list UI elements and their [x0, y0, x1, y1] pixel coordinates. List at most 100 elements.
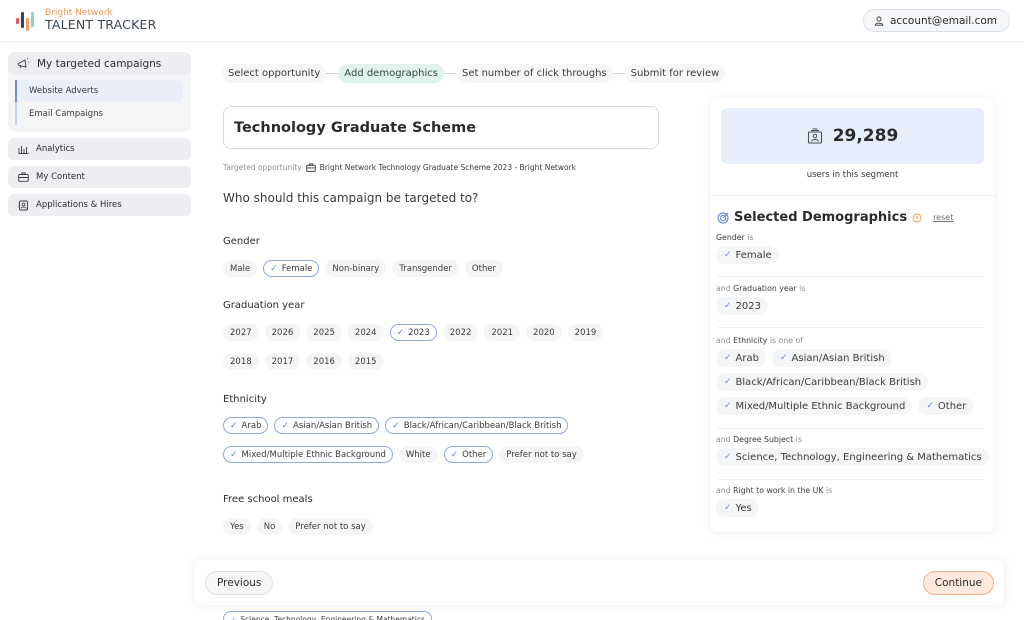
account-button[interactable]: account@email.com	[862, 9, 1010, 32]
year-chip-2015[interactable]: 2015	[347, 353, 384, 370]
sidebar-item-my-targeted-campaigns[interactable]: My targeted campaigns	[8, 52, 191, 75]
sidebar-item-analytics[interactable]: Analytics	[8, 138, 191, 160]
chip-label: Other	[471, 263, 497, 274]
year-chip-2017[interactable]: 2017	[264, 353, 301, 370]
targeted-opportunity-value: Bright Network Technology Graduate Schem…	[319, 163, 577, 172]
summary-chip-2023: ✓ 2023	[716, 297, 768, 315]
year-chip-2023[interactable]: ✓ 2023	[389, 324, 437, 341]
chip-label: 2025	[313, 327, 335, 338]
check-icon: ✓	[230, 614, 237, 620]
sidebar-subitem-label: Email Campaigns	[29, 109, 103, 119]
condition-label: and Right to work in the UK is	[716, 486, 833, 495]
year-chip-2024[interactable]: 2024	[347, 324, 384, 341]
summary-graduation-year: and Graduation year is ✓ 2023	[716, 284, 986, 315]
reset-link[interactable]: reset	[933, 213, 953, 222]
summary-chip-mixed: ✓ Mixed/Multiple Ethnic Background	[716, 397, 913, 415]
continue-button[interactable]: Continue	[922, 571, 994, 595]
fsm-chip-yes[interactable]: Yes	[223, 518, 251, 535]
step-set-click-throughs[interactable]: Set number of click throughs	[455, 64, 613, 83]
gender-chip-other[interactable]: Other	[464, 260, 504, 277]
summary-chip-black: ✓ Black/African/Caribbean/Black British	[716, 373, 929, 391]
chip-label: Other	[462, 449, 487, 460]
divider	[710, 195, 995, 196]
step-select-opportunity[interactable]: Select opportunity	[222, 64, 327, 83]
analytics-icon	[18, 144, 29, 154]
condition-label: and Graduation year is	[716, 284, 806, 293]
chip-label: Yes	[230, 521, 244, 532]
step-add-demographics[interactable]: Add demographics	[338, 64, 444, 83]
check-icon: ✓	[396, 327, 405, 338]
megaphone-icon	[17, 58, 29, 69]
sidebar-item-my-content[interactable]: My Content	[8, 166, 191, 188]
year-chip-2016[interactable]: 2016	[306, 353, 342, 370]
sidebar-subitem-website-adverts[interactable]: Website Adverts	[15, 80, 183, 102]
ethnicity-label: Ethnicity	[223, 394, 267, 405]
applications-icon	[18, 200, 29, 211]
logo[interactable]: Bright Network TALENT TRACKER	[16, 8, 157, 32]
gender-chip-non-binary[interactable]: Non-binary	[325, 260, 387, 277]
year-chip-2018[interactable]: 2018	[223, 353, 259, 370]
chip-label: 2019	[574, 327, 597, 338]
campaign-title-input[interactable]: Technology Graduate Scheme	[223, 106, 659, 149]
free-school-meals-label: Free school meals	[223, 494, 313, 505]
check-icon: ✓	[724, 503, 732, 513]
condition-label: and Ethnicity is one of	[716, 336, 804, 345]
condition-label: and Degree Subject is	[716, 435, 802, 444]
ethnicity-chip-mixed[interactable]: ✓ Mixed/Multiple Ethnic Background	[223, 446, 393, 463]
gender-chip-female[interactable]: ✓ Female	[263, 260, 320, 277]
year-chip-2019[interactable]: 2019	[567, 324, 604, 341]
ethnicity-chip-prefer-not-to-say[interactable]: Prefer not to say	[499, 446, 584, 463]
year-chip-2027[interactable]: 2027	[223, 324, 259, 341]
summary-chip-arab: ✓ Arab	[716, 349, 766, 367]
ethnicity-chip-asian[interactable]: ✓ Asian/Asian British	[274, 417, 380, 434]
year-chip-2020[interactable]: 2020	[526, 324, 562, 341]
gender-chip-male[interactable]: Male	[223, 260, 258, 277]
ethnicity-options-row-2: ✓ Mixed/Multiple Ethnic Background White …	[223, 446, 584, 463]
chip-label: Mixed/Multiple Ethnic Background	[241, 449, 386, 460]
logo-mark-icon	[16, 9, 38, 31]
sidebar-item-label: Applications & Hires	[36, 200, 122, 210]
chip-label: 2022	[449, 327, 472, 338]
user-icon	[874, 16, 884, 26]
ethnicity-chip-other[interactable]: ✓ Other	[443, 446, 494, 463]
previous-button[interactable]: Previous	[205, 571, 274, 595]
gender-chip-transgender[interactable]: Transgender	[392, 260, 459, 277]
check-icon: ✓	[724, 452, 732, 462]
selected-demographics-header: Selected Demographics reset	[717, 210, 953, 225]
gender-label: Gender	[223, 236, 260, 247]
briefcase-icon	[305, 163, 316, 172]
check-icon: ✓	[230, 449, 238, 460]
chip-label: Female	[281, 263, 313, 274]
chip-label: Non-binary	[332, 263, 380, 274]
segment-count-box: 29,289	[721, 108, 984, 164]
chip-label: 2026	[271, 327, 294, 338]
check-icon: ✓	[724, 353, 732, 363]
segment-summary-panel: 29,289 users in this segment Selected De…	[710, 98, 995, 532]
gender-options: Male ✓ Female Non-binary Transgender Othe…	[223, 260, 504, 277]
chip-label: 2023	[408, 327, 430, 338]
segment-count: 29,289	[832, 126, 899, 146]
step-connector	[612, 73, 625, 74]
step-submit-for-review[interactable]: Submit for review	[624, 64, 726, 83]
info-icon[interactable]	[912, 213, 922, 223]
sidebar-item-applications-hires[interactable]: Applications & Hires	[8, 194, 191, 216]
year-chip-2025[interactable]: 2025	[306, 324, 342, 341]
check-icon: ✓	[450, 449, 459, 460]
year-chip-2026[interactable]: 2026	[264, 324, 301, 341]
sidebar-subitem-email-campaigns[interactable]: Email Campaigns	[17, 103, 183, 125]
product-name: TALENT TRACKER	[45, 17, 157, 32]
degree-subject-chip-stem[interactable]: ✓ Science, Technology, Engineering & Mat…	[223, 611, 432, 620]
summary-right-to-work: and Right to work in the UK is ✓ Yes	[716, 486, 986, 517]
ethnicity-chip-arab[interactable]: ✓ Arab	[223, 417, 269, 434]
year-chip-2021[interactable]: 2021	[484, 324, 521, 341]
target-icon	[717, 211, 729, 224]
ethnicity-chip-white[interactable]: White	[398, 446, 438, 463]
summary-chip-asian: ✓ Asian/Asian British	[771, 349, 892, 367]
fsm-chip-no[interactable]: No	[256, 518, 283, 535]
ethnicity-chip-black[interactable]: ✓ Black/African/Caribbean/Black British	[385, 417, 569, 434]
fsm-chip-prefer-not-to-say[interactable]: Prefer not to say	[288, 518, 373, 535]
year-chip-2022[interactable]: 2022	[442, 324, 479, 341]
chip-label: 2015	[354, 356, 377, 367]
chip-label: Asian/Asian British	[293, 420, 373, 431]
check-icon: ✓	[724, 377, 732, 387]
